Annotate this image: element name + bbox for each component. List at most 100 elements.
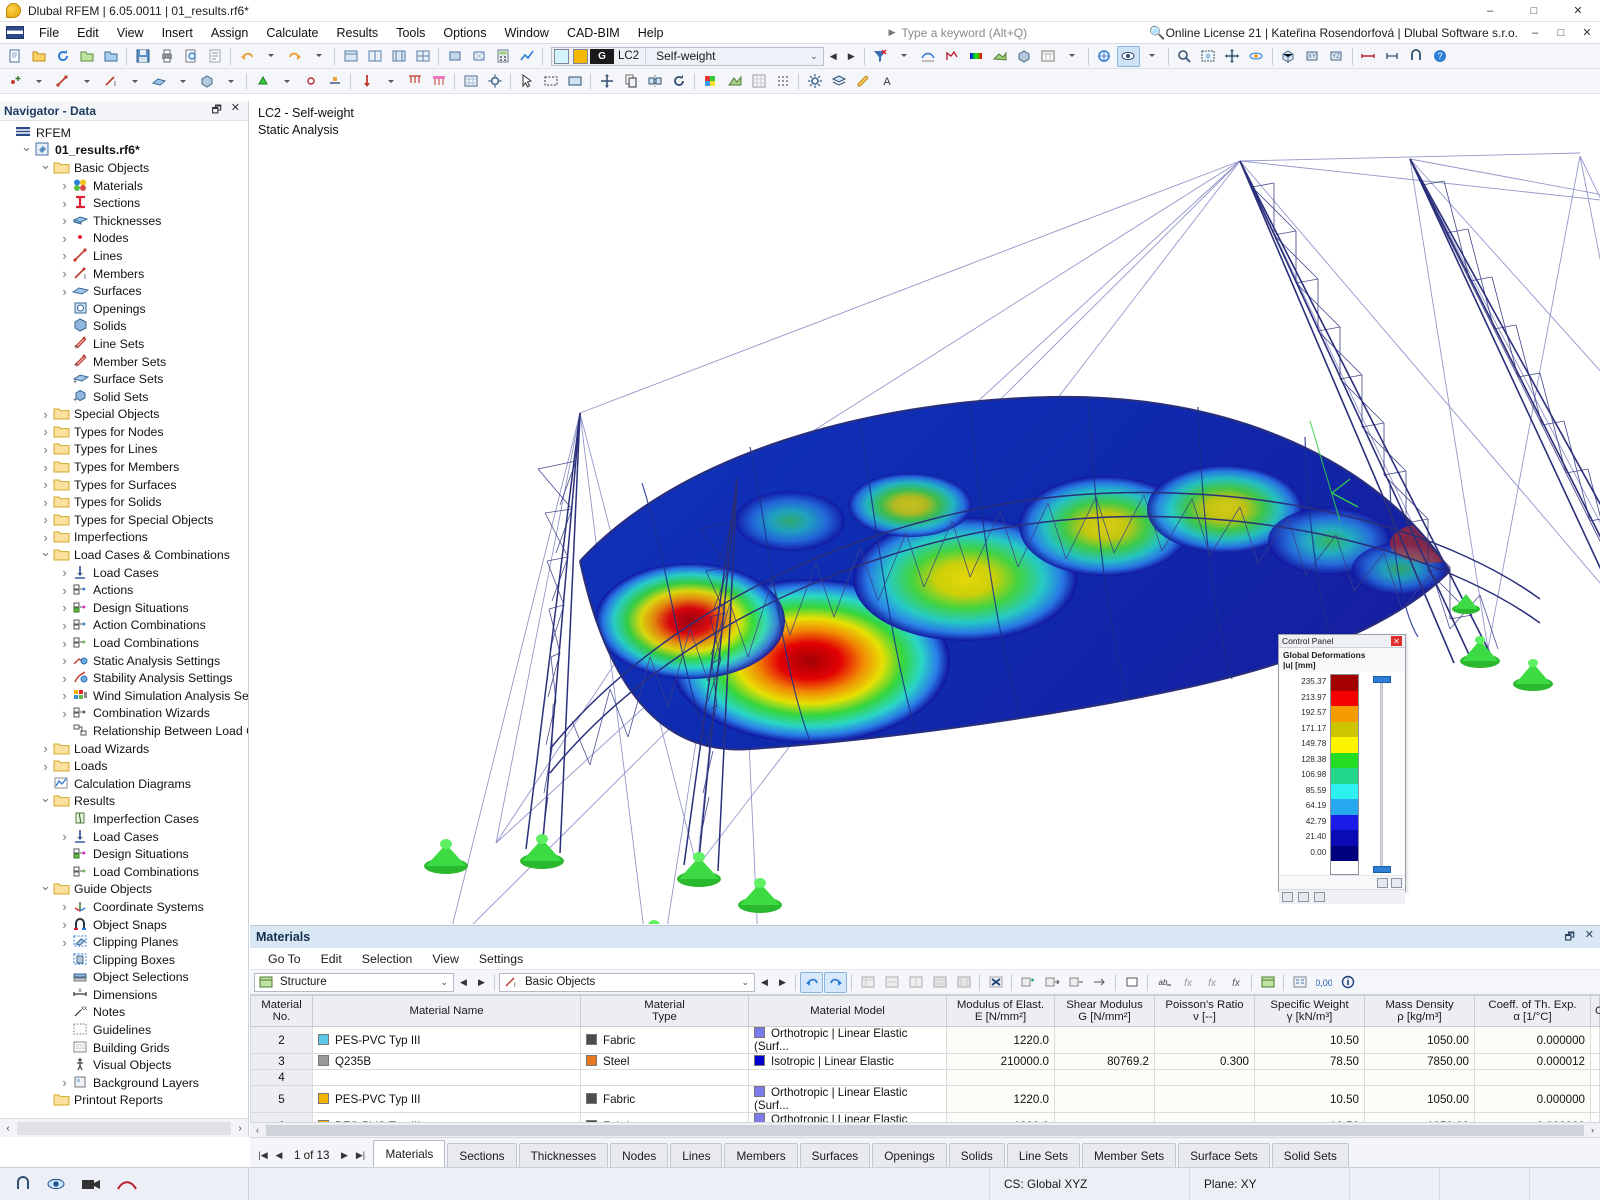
tree-item-wind-simulation-analysis-settings[interactable]: Wind Simulation Analysis Settings [0,687,248,705]
tree-item-actions[interactable]: Actions [0,581,248,599]
tree-expander-icon[interactable] [57,935,72,950]
color-scale-slider[interactable] [1367,674,1400,875]
tree-item-clipping-planes[interactable]: Clipping Planes [0,933,248,951]
tree-item-load-combinations[interactable]: Load Combinations [0,863,248,881]
visibility-status-icon[interactable] [46,1176,66,1192]
tree-item-design-situations[interactable]: Design Situations [0,599,248,617]
tree-item-calculation-diagrams[interactable]: Calculation Diagrams [0,775,248,793]
deformation-button[interactable] [917,46,940,67]
structure-combo-chevron-icon[interactable]: ⌄ [435,977,453,988]
objects-combo[interactable]: I Basic Objects ⌄ [499,973,755,992]
menu-window[interactable]: Window [495,23,557,43]
chevron-down-icon[interactable]: ⌄ [805,51,823,62]
cell-no[interactable]: 2 [251,1027,313,1054]
open-file-button[interactable] [27,46,50,67]
formula-3-button[interactable]: fx [1224,972,1247,993]
scale-edit-icon[interactable] [1377,878,1388,888]
scale-handle-top[interactable] [1373,676,1391,683]
column-header[interactable]: MaterialNo. [251,996,313,1027]
lc-prev-button[interactable]: ◀ [825,51,842,62]
new-solid-dropdown[interactable] [219,71,242,92]
support-dropdown[interactable] [275,71,298,92]
mesh-button[interactable] [459,71,482,92]
tree-item-guide-objects[interactable]: Guide Objects [0,881,248,899]
tree-expander-icon[interactable] [57,829,72,844]
tree-expander-icon[interactable] [38,477,53,492]
tree-expander-icon[interactable] [57,671,72,686]
mirror-button[interactable] [643,71,666,92]
rotate-obj-button[interactable] [667,71,690,92]
tree-item-solids[interactable]: Solids [0,318,248,336]
help-button[interactable]: ? [1429,46,1452,67]
tab-member-sets[interactable]: Member Sets [1082,1143,1176,1167]
visibility-button[interactable] [1117,46,1140,67]
load-line-button[interactable] [403,71,426,92]
materials-table-hscrollbar[interactable]: ‹ › [250,1122,1600,1137]
new-line-button[interactable] [51,71,74,92]
materials-undock-icon[interactable]: 🗗 [1564,928,1574,947]
tree-item-guidelines[interactable]: Guidelines [0,1021,248,1039]
cell-model[interactable]: Orthotropic | Linear Elastic (Surf... [749,1113,947,1122]
tree-item-object-snaps[interactable]: Object Snaps [0,916,248,934]
indent-row-button[interactable] [1088,972,1111,993]
print-preview-button[interactable] [179,46,202,67]
table-undo-button[interactable] [800,972,823,993]
view-mode-3-button[interactable] [387,46,410,67]
select-rect-button[interactable] [539,71,562,92]
tree-expander-icon[interactable] [57,178,72,193]
undo-dropdown[interactable] [259,46,282,67]
cell-options[interactable] [1591,1054,1600,1070]
tree-item-sections[interactable]: Sections [0,194,248,212]
cell-E[interactable]: 1220.0 [947,1086,1055,1113]
cell-no[interactable]: 6 [251,1113,313,1122]
import-button[interactable] [75,46,98,67]
menu-view[interactable]: View [108,23,153,43]
tree-expander-icon[interactable] [57,706,72,721]
table-row[interactable]: 3Q235BSteelIsotropic | Linear Elastic210… [251,1054,1600,1070]
menu-insert[interactable]: Insert [153,23,202,43]
abc-button[interactable]: ab [1152,972,1175,993]
eccentricity-button[interactable] [323,71,346,92]
doc-close-button[interactable]: ✕ [1574,22,1600,44]
view-mode-2-button[interactable] [363,46,386,67]
tree-item-notes[interactable]: xxNotes [0,1004,248,1022]
tree-expander-icon[interactable] [38,881,53,897]
table-view-5-button[interactable] [952,972,975,993]
cell-G[interactable] [1055,1070,1155,1086]
move-row-down-button[interactable] [1064,972,1087,993]
results-button[interactable] [515,46,538,67]
view-mode-4-button[interactable] [411,46,434,67]
cell-nu[interactable] [1155,1027,1255,1054]
cell-gamma[interactable] [1255,1070,1365,1086]
table-scroll-right-icon[interactable]: › [1585,1125,1600,1135]
new-line-dropdown[interactable] [75,71,98,92]
undo-button[interactable] [235,46,258,67]
maximize-button[interactable]: □ [1512,0,1556,22]
column-header[interactable]: Shear ModulusG [N/mm²] [1055,996,1155,1027]
tree-item-surface-sets[interactable]: +Surface Sets [0,370,248,388]
result-tables-button[interactable] [1037,46,1060,67]
cell-G[interactable] [1055,1113,1155,1122]
tree-item-members[interactable]: IMembers [0,265,248,283]
tree-expander-icon[interactable] [19,142,34,158]
view-mode-1-button[interactable] [339,46,362,67]
cell-type[interactable]: Fabric [581,1113,749,1122]
print-button[interactable] [155,46,178,67]
menu-file[interactable]: File [30,23,68,43]
camera-status-icon[interactable] [80,1176,102,1192]
tree-expander-icon[interactable] [38,547,53,563]
cell-type[interactable] [581,1070,749,1086]
navigator-undock-icon[interactable]: 🗗 [211,101,221,120]
tree-item-object-selections[interactable]: Object Selections [0,969,248,987]
visibility-dropdown[interactable] [1141,46,1164,67]
cell-rho[interactable]: 1050.00 [1365,1027,1475,1054]
column-header[interactable]: Mass Densityρ [kg/m³] [1365,996,1475,1027]
tree-item-printout-reports[interactable]: Printout Reports [0,1092,248,1110]
cell-type[interactable]: Steel [581,1054,749,1070]
calculate-button[interactable] [491,46,514,67]
tree-item-action-combinations[interactable]: Action Combinations [0,617,248,635]
snap-button[interactable] [1405,46,1428,67]
tree-expander-icon[interactable] [57,636,72,651]
cell-rho[interactable]: 7850.00 [1365,1054,1475,1070]
export-button[interactable] [99,46,122,67]
